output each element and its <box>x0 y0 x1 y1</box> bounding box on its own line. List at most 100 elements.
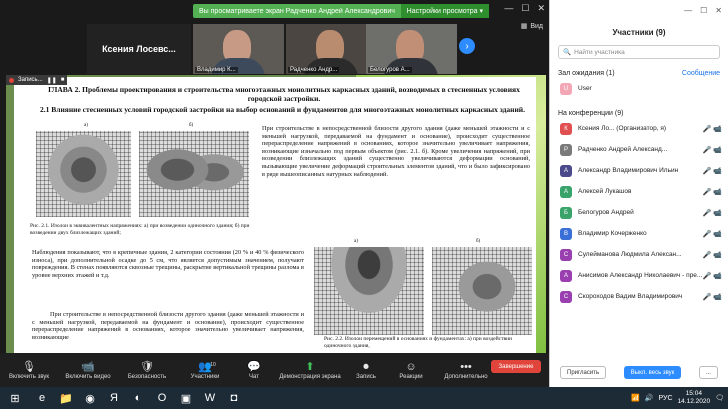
view-label: Вид <box>530 22 543 30</box>
participant-name: Сулейманова Людмила Алексан... <box>578 251 682 258</box>
yandex-browser-icon[interactable]: Я <box>102 387 126 409</box>
stop-icon[interactable]: ■ <box>61 77 65 83</box>
paragraph: При строительстве в непосредственной бли… <box>32 311 304 341</box>
view-toggle-button[interactable]: ▦ Вид <box>520 22 543 31</box>
document-heading: ГЛАВА 2. Проблемы проектирования и строи… <box>48 85 520 103</box>
waiting-list: U User <box>550 78 728 99</box>
mic-camera-status-icon: 🎤 📹 <box>702 251 722 259</box>
message-link[interactable]: Сообщение <box>682 70 720 77</box>
video-tile[interactable]: Радченко Андр... <box>286 24 377 74</box>
pause-icon[interactable]: ❚❚ <box>47 77 57 84</box>
avatar: С <box>560 248 572 261</box>
language-indicator[interactable]: РУС <box>659 395 673 402</box>
opera-icon[interactable]: O <box>150 387 174 409</box>
shield-button[interactable]: 🛡 Безопасность <box>118 353 176 387</box>
end-meeting-button[interactable]: Завершение <box>491 360 541 373</box>
participant-row[interactable]: А Анисимов Александр Николаевич - пре... 🎤… <box>550 265 728 286</box>
mic-camera-status-icon: 🎤 📹 <box>702 209 722 217</box>
close-icon[interactable]: ✕ <box>715 6 722 15</box>
shared-screen: ГЛАВА 2. Проблемы проектирования и строи… <box>6 75 546 353</box>
search-input[interactable]: 🔍 Найти участника <box>558 45 720 59</box>
next-page-button[interactable]: › <box>459 38 475 54</box>
maximize-icon[interactable]: ☐ <box>700 6 707 15</box>
participant-row[interactable]: Р Радченко Андрей Александ... 🎤 📹 <box>550 139 728 160</box>
figure-label: а) <box>354 239 358 244</box>
mic-camera-status-icon: 🎤 📹 <box>702 230 722 238</box>
file-explorer-icon[interactable]: 📁 <box>54 387 78 409</box>
participant-row[interactable]: Б Белогуров Андрей 🎤 📹 <box>550 202 728 223</box>
toolbar-label: Запись <box>356 374 376 380</box>
video-off-icon: 📹 <box>81 361 95 373</box>
mic-camera-status-icon: 🎤 📹 <box>702 125 722 133</box>
toolbar-label: Безопасность <box>127 374 167 380</box>
participant-row[interactable]: К Ксения Ло... (Организатор, я) 🎤 📹 <box>550 118 728 139</box>
record-button[interactable]: ⏺ Запись <box>346 353 386 387</box>
toolbar-label: Реакции <box>399 374 423 380</box>
video-tile[interactable]: Белогуров А... <box>366 24 457 74</box>
participant-row[interactable]: U User <box>550 78 728 99</box>
windows-taskbar: ⊞ e 📁 ◉ Я ◐ O ▣ W ◘ 📶 🔊 РУС 15:04 14.12.2020 🗨 <box>0 387 728 409</box>
paragraph: Наблюдения показывают, что в крепичные з… <box>32 249 304 279</box>
screen: Вы просматриваете экран Радченко Андрей … <box>0 0 728 409</box>
invite-button[interactable]: Пригласить <box>560 366 607 379</box>
share-screen-button[interactable]: ⬆ Демонстрация экрана <box>274 353 346 387</box>
reactions-button[interactable]: ☺ Реакции <box>386 353 436 387</box>
participant-name: Александр Владимирович Ильин <box>578 167 679 174</box>
video-tile[interactable]: Владимир К... <box>193 24 284 74</box>
volume-icon[interactable]: 🔊 <box>645 394 654 402</box>
mute-all-button[interactable]: Выкл. весь звук <box>623 366 682 379</box>
chat-button[interactable]: 💬 Чат <box>234 353 274 387</box>
participant-row[interactable]: В Владимир Кочерженко 🎤 📹 <box>550 223 728 244</box>
reactions-icon: ☺ <box>405 361 417 373</box>
grid-view-icon: ▦ <box>520 23 528 30</box>
network-icon[interactable]: 📶 <box>631 394 640 402</box>
participant-name-tile[interactable]: Ксения Лосевс... <box>87 24 191 74</box>
meeting-toolbar: 🎙 Включить звук 📹 Включить видео 🛡 Безопаснос… <box>0 353 549 387</box>
system-tray: 📶 🔊 РУС 15:04 14.12.2020 🗨 <box>631 387 724 409</box>
waiting-room-section: Зал ожидания (1) Сообщение <box>550 68 728 78</box>
toolbar-label: Дополнительно <box>444 374 488 380</box>
close-icon[interactable]: ✕ <box>537 3 545 14</box>
participants-title: Участники (9) <box>612 28 666 37</box>
in-meeting-header[interactable]: На конференции (9) <box>558 110 623 117</box>
avatar: А <box>560 185 572 198</box>
participants-button[interactable]: 👥 10 Участники <box>176 353 234 387</box>
recording-indicator[interactable]: Запись... ❚❚ ■ <box>6 75 68 85</box>
figure-caption: Рис. 2.1. Изолои в эквивалентных напряже… <box>30 223 250 236</box>
windows-start-icon[interactable]: ⊞ <box>0 387 30 409</box>
video-off-button[interactable]: 📹 Включить видео <box>58 353 118 387</box>
panel-window-controls: — ☐ ✕ <box>550 0 728 20</box>
mic-camera-status-icon: 🎤 📹 <box>702 272 722 280</box>
figure-caption: Рис. 2.2. Изолои перемещений в основания… <box>324 336 512 349</box>
avatar: С <box>560 290 572 303</box>
zoom-app-icon[interactable]: ▣ <box>174 387 198 409</box>
participant-row[interactable]: А Алексей Лукашов 🎤 📹 <box>550 181 728 202</box>
firefox-icon[interactable]: ◐ <box>126 387 150 409</box>
more-button[interactable]: ••• Дополнительно <box>436 353 496 387</box>
clock[interactable]: 15:04 14.12.2020 <box>678 390 711 406</box>
minimize-icon[interactable]: — <box>504 3 513 14</box>
view-options-button[interactable]: Настройки просмотра ▾ <box>400 4 489 18</box>
clock-date: 14.12.2020 <box>677 398 711 405</box>
edge-browser-icon[interactable]: e <box>30 387 54 409</box>
mic-camera-status-icon: 🎤 📹 <box>702 293 722 301</box>
participant-row[interactable]: С Сулейманова Людмила Алексан... 🎤 📹 <box>550 244 728 265</box>
camera-icon[interactable]: ◘ <box>222 387 246 409</box>
chrome-icon[interactable]: ◉ <box>78 387 102 409</box>
participant-row[interactable]: А Александр Владимирович Ильин 🎤 📹 <box>550 160 728 181</box>
notification-icon[interactable]: 🗨 <box>715 394 724 402</box>
in-meeting-section: На конференции (9) <box>550 108 728 118</box>
toolbar-label: Включить видео <box>65 374 111 380</box>
participant-row[interactable]: С Скороходов Вадим Владимирович 🎤 📹 <box>550 286 728 307</box>
shield-icon: 🛡 <box>140 361 154 373</box>
participant-name: User <box>578 85 592 92</box>
maximize-icon[interactable]: ☐ <box>521 3 529 14</box>
waiting-room-header[interactable]: Зал ожидания (1) <box>558 70 615 77</box>
search-placeholder: Найти участника <box>574 48 625 56</box>
toolbar-label: Чат <box>249 374 259 380</box>
minimize-icon[interactable]: — <box>684 6 692 15</box>
mic-muted-button[interactable]: 🎙 Включить звук <box>0 353 58 387</box>
avatar: Б <box>560 206 572 219</box>
word-icon[interactable]: W <box>198 387 222 409</box>
more-options-button[interactable]: ... <box>698 366 718 379</box>
